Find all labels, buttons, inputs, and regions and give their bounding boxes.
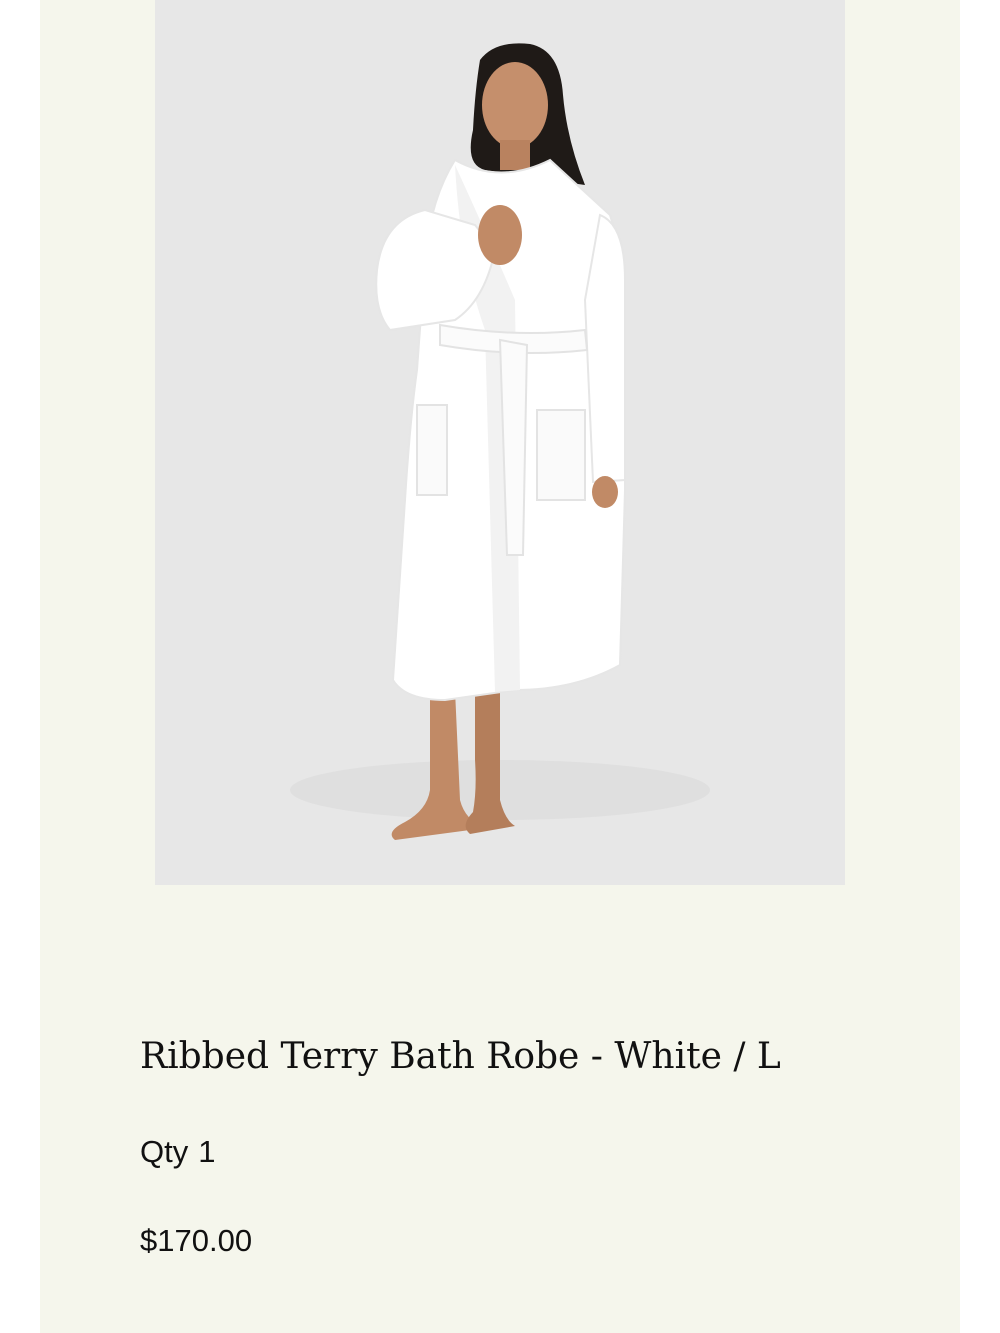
robe-model-illustration: [290, 43, 710, 840]
product-price: $170.00: [140, 1223, 253, 1258]
quantity-row: Qty 1: [140, 1132, 215, 1172]
product-title[interactable]: Ribbed Terry Bath Robe - White / L: [140, 1033, 781, 1081]
order-item-card: Ribbed Terry Bath Robe - White / L Qty 1 …: [40, 0, 960, 1333]
qty-value: 1: [198, 1134, 216, 1169]
qty-label: Qty: [140, 1134, 189, 1169]
product-image[interactable]: [155, 0, 845, 885]
